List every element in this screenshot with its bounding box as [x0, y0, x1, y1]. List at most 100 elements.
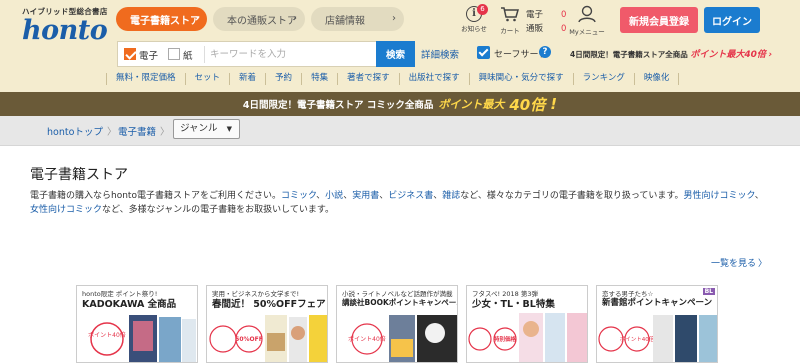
cart-icon: [501, 7, 519, 22]
feature-card-image: ポイント40倍: [598, 315, 717, 362]
cart-paper-label: 通販: [526, 24, 544, 34]
cart-counts[interactable]: 電子 0 通販 0: [526, 8, 566, 36]
promo-banner-big: 40倍: [509, 95, 546, 114]
feature-card-title: 春間近！ 50%OFFフェア: [212, 299, 326, 310]
feature-card-image: ポイント40倍: [348, 315, 457, 362]
card-badge-text: ポイント40倍: [620, 335, 655, 343]
subnav-item[interactable]: 著者で探す: [338, 73, 400, 85]
cart-label: カート: [500, 27, 520, 35]
category-subnav: 無料・限定価格 セット 新着 予約 特集 著者で探す 出版社で探す 興味関心・気…: [106, 73, 680, 85]
notifications-button[interactable]: i 6 お知らせ: [461, 4, 488, 33]
card-badge-text: ポイント40倍: [348, 335, 386, 343]
card-badge-text: 特別価格: [494, 335, 517, 343]
breadcrumb-separator: 〉: [160, 127, 170, 138]
chevron-right-icon: 〉: [758, 259, 768, 269]
feature-card-title: 講談社BOOKポイントキャンペーン: [342, 298, 458, 307]
feature-card-title: 新書館ポイントキャンペーン: [602, 298, 713, 308]
help-icon[interactable]: ?: [539, 46, 551, 58]
see-all-link[interactable]: 一覧を見る〉: [711, 256, 767, 269]
promo-banner[interactable]: 4日間限定！電子書籍ストア コミック全商品 ポイント最大 40倍 !: [0, 92, 800, 116]
intro-text-part: 、: [754, 191, 764, 201]
feature-card-title: 少女・TL・BL特集: [472, 299, 555, 310]
feature-card-title: KADOKAWA 全商品: [82, 299, 177, 310]
search-input[interactable]: [210, 44, 373, 64]
intro-text-part: 電子書籍の購入ならhonto電子書籍ストアをご利用ください。: [30, 191, 281, 201]
login-button[interactable]: ログイン: [704, 7, 760, 33]
search-paper-label: 紙: [183, 51, 193, 62]
intro-text-part: など、様々なカテゴリの電子書籍を取り扱っています。: [460, 191, 684, 201]
feature-card-kodansha[interactable]: 小説・ライトノベルなど話題作が満載 講談社BOOKポイントキャンペーン ポイント…: [336, 285, 458, 363]
cart-paper-count: 0: [561, 24, 567, 34]
subnav-item[interactable]: 新着: [230, 73, 267, 85]
cart-ebook-count: 0: [561, 10, 567, 20]
nav-ebook-store-label: 電子書籍ストア: [130, 15, 200, 27]
intro-text: 電子書籍の購入ならhonto電子書籍ストアをご利用ください。コミック、小説、実用…: [30, 189, 770, 217]
breadcrumb-ebook-link[interactable]: 電子書籍: [118, 124, 156, 138]
honto-logo[interactable]: ハイブリッド型総合書店 honto: [22, 6, 112, 45]
chevron-right-icon: ›: [768, 50, 773, 60]
notifications-label: お知らせ: [461, 25, 487, 33]
card-badge-text: 50%OFF: [235, 336, 263, 343]
subnav-item[interactable]: 無料・限定価格: [106, 73, 186, 85]
link-novel[interactable]: 小説: [325, 191, 343, 201]
subnav-item[interactable]: 映像化: [635, 73, 680, 85]
notification-count-badge: 6: [477, 4, 488, 15]
intro-text-part: 、: [379, 191, 389, 201]
register-button[interactable]: 新規会員登録: [620, 7, 698, 33]
caret-down-icon: ▼: [226, 125, 232, 133]
nav-store-info-button[interactable]: 店舗情報 ›: [311, 7, 404, 31]
breadcrumb-home-link[interactable]: hontoトップ: [47, 124, 103, 138]
user-icon: [578, 5, 596, 23]
subnav-item[interactable]: 出版社で探す: [400, 73, 470, 85]
subnav-item[interactable]: 興味関心・気分で探す: [470, 73, 574, 85]
link-mens-comic[interactable]: 男性向けコミック: [683, 191, 754, 201]
subnav-item[interactable]: 特集: [302, 73, 339, 85]
feature-card-shinshokan[interactable]: BL 恋する男子たち☆ 新書館ポイントキャンペーン ポイント40倍: [596, 285, 718, 363]
subnav-item[interactable]: ランキング: [574, 73, 635, 85]
promo-banner-text: 4日間限定！電子書籍ストア コミック全商品: [242, 100, 434, 111]
my-menu-button[interactable]: Myメニュー: [568, 4, 606, 36]
link-business[interactable]: ビジネス書: [388, 191, 433, 201]
subnav-item[interactable]: 予約: [266, 73, 303, 85]
link-womens-comic[interactable]: 女性向けコミック: [30, 205, 102, 215]
safe-search-checkbox[interactable]: [477, 46, 490, 59]
nav-store-info-label: 店舗情報: [325, 15, 365, 27]
link-magazine[interactable]: 雑誌: [442, 191, 460, 201]
search-ebook-checkbox[interactable]: [124, 48, 136, 60]
cart-ebook-label: 電子: [526, 10, 544, 20]
breadcrumb: hontoトップ 〉 電子書籍 〉 ジャンル ▼: [0, 116, 800, 146]
cart-button[interactable]: カート: [497, 4, 523, 35]
chevron-right-icon: ›: [194, 13, 199, 24]
search-divider: [204, 46, 205, 63]
feature-card-image: 50%OFF: [209, 315, 327, 362]
see-all-label: 一覧を見る: [711, 259, 757, 269]
feature-card-kadokawa[interactable]: honto限定 ポイント祭り! KADOKAWA 全商品 ポイント40倍: [76, 285, 198, 363]
breadcrumb-separator: 〉: [107, 127, 117, 138]
link-practical[interactable]: 実用書: [352, 191, 379, 201]
promo-banner-highlight: ポイント最大: [438, 98, 505, 111]
subnav-item[interactable]: セット: [186, 73, 231, 85]
feature-card-image: ポイント40倍: [88, 315, 196, 362]
nav-ebook-store-button[interactable]: 電子書籍ストア ›: [116, 7, 207, 31]
genre-dropdown[interactable]: ジャンル ▼: [173, 119, 240, 139]
feature-card-image: 特別価格: [468, 313, 587, 362]
page-title: 電子書籍ストア: [30, 167, 128, 183]
search-ebook-label: 電子: [139, 51, 159, 62]
feature-card-50off[interactable]: 実用・ビジネスから文学まで! 春間近！ 50%OFFフェア 50%OFF: [206, 285, 328, 363]
advanced-search-link[interactable]: 詳細検索: [421, 47, 459, 61]
header-promo-link[interactable]: 4日間限定！電子書籍ストア全商品 ポイント最大40倍 ›: [570, 47, 772, 60]
search-button[interactable]: 検索: [376, 41, 415, 67]
my-menu-label: Myメニュー: [569, 28, 605, 36]
intro-text-part: 、: [433, 191, 443, 201]
nav-paper-store-button[interactable]: 本の通販ストア ›: [213, 7, 305, 31]
logo-wordmark: honto: [22, 15, 108, 46]
link-comic[interactable]: コミック: [281, 191, 316, 201]
feature-card-shoujo[interactable]: フタスペ! 2018 第3弾 少女・TL・BL特集 特別価格: [466, 285, 588, 363]
chevron-right-icon: ›: [293, 13, 297, 24]
search-paper-checkbox[interactable]: [168, 48, 180, 60]
bl-tag: BL: [702, 288, 715, 295]
header-promo-text: 4日間限定！電子書籍ストア全商品: [570, 50, 688, 59]
nav-paper-store-label: 本の通販ストア: [227, 15, 297, 27]
header-promo-highlight: ポイント最大40倍: [690, 50, 766, 60]
promo-banner-end: !: [550, 95, 558, 113]
